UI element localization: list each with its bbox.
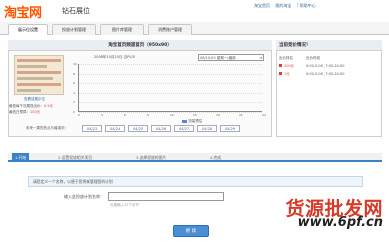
- bid-flag-icon: [279, 72, 282, 75]
- bid-summary-title: 当前竞价情况！: [276, 40, 382, 51]
- date-chip[interactable]: 04/27: [174, 125, 194, 132]
- chart-legend: 流量预估: [182, 118, 202, 124]
- taobao-logo[interactable]: 淘宝网: [4, 2, 42, 21]
- bid-amount: 200元: [284, 64, 295, 68]
- top-nav: 淘宝首页 我的淘宝 ?帮助中心: [250, 3, 316, 9]
- tab-account-management[interactable]: 消费账户管理: [148, 24, 192, 35]
- chart-gridline: [79, 83, 262, 85]
- x-tick-label: 18: [216, 113, 220, 117]
- y-tick-label: 6: [73, 81, 75, 86]
- legend-label: 流量预估: [188, 119, 203, 123]
- date-chip[interactable]: 04/24: [105, 125, 125, 132]
- product-title: 钻石展位: [62, 7, 90, 15]
- x-tick-label: 24: [262, 113, 266, 117]
- date-chip[interactable]: 04/23: [82, 125, 102, 132]
- date-chip[interactable]: 04/25: [128, 125, 148, 132]
- y-tick-label: 10: [73, 62, 77, 66]
- legend-swatch: [182, 119, 187, 123]
- min-bid-value: 0.5元: [44, 104, 54, 108]
- dates-label: 未来一周的热点与增减况：: [26, 126, 68, 130]
- tab-image-library[interactable]: 图片库管理: [100, 24, 144, 35]
- bid-amount: 1元: [284, 72, 290, 76]
- chart-gridline: [79, 102, 262, 104]
- tab-position-settings[interactable]: 展示位设置: [8, 24, 48, 35]
- plan-name-input[interactable]: [108, 192, 224, 201]
- tab-campaign-management[interactable]: 投放计划管理: [52, 24, 96, 35]
- date-chip[interactable]: 04/28: [197, 125, 217, 132]
- top-nav-link[interactable]: 我的淘宝: [275, 3, 291, 8]
- chart-gridline: [79, 73, 262, 75]
- bid-time: 0:00-0:00 ,7:00-24:00: [306, 72, 345, 76]
- bid-summary-panel: [276, 40, 382, 137]
- date-chip[interactable]: 04/26: [151, 125, 171, 132]
- y-tick-label: 8: [73, 71, 75, 76]
- help-icon: ?: [296, 3, 299, 8]
- y-tick-label: 4: [73, 90, 75, 95]
- preview-position-link[interactable]: 查看该展示位: [24, 97, 45, 102]
- chart-gridline: [79, 64, 262, 65]
- position-title: 淘宝首页频道首页（950x90）: [8, 40, 272, 51]
- y-tick-label: 2: [73, 100, 75, 105]
- chevron-down-icon: ▾: [260, 56, 262, 60]
- y-tick-label: 0: [73, 110, 75, 114]
- summary-col-rank: 出价排名: [279, 56, 293, 60]
- step-start[interactable]: 1.开始: [12, 153, 30, 162]
- x-tick-label: 9: [147, 113, 149, 117]
- summary-row: 200元: [279, 64, 294, 69]
- plan-name-hint: 长度输入32个字节: [110, 203, 139, 207]
- top-nav-link[interactable]: 淘宝首页: [254, 3, 270, 8]
- date-range-value: 08/10/20 星期一(最新: [200, 56, 236, 60]
- plan-name-label: 输入此投放计划名称：: [64, 194, 104, 199]
- summary-row: 1元: [279, 72, 290, 77]
- date-chip[interactable]: 04/29: [220, 125, 240, 132]
- x-tick-label: 0: [78, 113, 80, 117]
- watermark-url: www.6pf.cn: [297, 215, 383, 230]
- bid-flag-icon: [279, 64, 282, 67]
- info-message: 请您定义一个名称，以便于您将来管理您的计划: [28, 176, 363, 187]
- min-bid-label: 最低每千次展现出价：: [9, 104, 44, 108]
- min-daily-value: 100元: [30, 110, 41, 114]
- step-finish[interactable]: 4.完成: [210, 153, 221, 162]
- next-button[interactable]: 继 续: [173, 225, 209, 237]
- min-daily-label: 最低日预算：: [9, 110, 30, 114]
- summary-col-time: 出价时段: [306, 56, 320, 60]
- step-settings[interactable]: 2.设置投放相关项目: [58, 153, 92, 162]
- x-tick-label: 15: [193, 113, 197, 117]
- x-tick-label: 6: [124, 113, 126, 117]
- chart-gridline: [79, 92, 262, 94]
- position-preview-image[interactable]: [14, 55, 64, 95]
- bid-time: 0:00-0:00 ,7:00-24:00: [306, 64, 345, 68]
- x-tick-label: 12: [170, 113, 174, 117]
- traffic-chart: 10 8 6 4 2 0 0 3 6 9 12 15 18 21 24: [73, 62, 266, 117]
- x-tick-label: 21: [239, 113, 243, 117]
- top-nav-link[interactable]: 帮助中心: [300, 3, 316, 8]
- x-tick-label: 3: [101, 113, 103, 117]
- date-caption: 2008年10月20日-当PV/5: [94, 55, 135, 59]
- step-choose-image[interactable]: 3.选择投放的图片: [136, 153, 166, 162]
- date-range-select[interactable]: 08/10/20 星期一(最新 ▾: [198, 54, 264, 61]
